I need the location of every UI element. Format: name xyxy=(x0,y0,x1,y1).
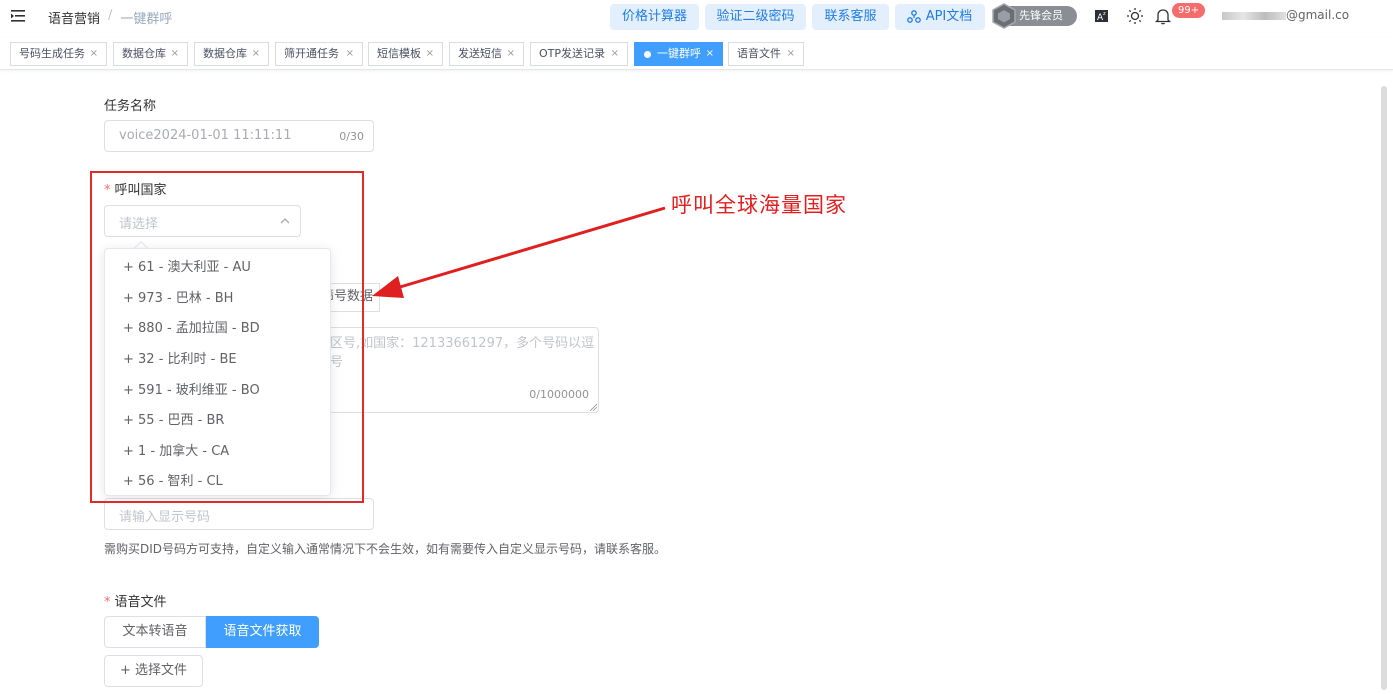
resize-handle-icon[interactable] xyxy=(590,404,597,411)
email-redacted xyxy=(1222,11,1286,20)
bell-icon[interactable] xyxy=(1153,6,1173,26)
task-name-input[interactable]: voice2024-01-01 11:11:11 0/30 xyxy=(104,120,374,152)
tab-close-icon[interactable]: × xyxy=(90,43,98,65)
tab-close-icon[interactable]: × xyxy=(706,43,714,65)
highlight-box xyxy=(90,171,364,503)
user-email[interactable]: @gmail.co xyxy=(1222,8,1349,22)
tab-otp-records[interactable]: OTP发送记录 × xyxy=(530,42,628,66)
email-suffix: @gmail.co xyxy=(1286,8,1350,22)
translate-icon[interactable]: A z xyxy=(1092,6,1112,26)
breadcrumb-current: 一键群呼 xyxy=(120,12,173,27)
tab-label: OTP发送记录 xyxy=(539,47,606,60)
select-file-button[interactable]: + 选择文件 xyxy=(104,655,203,687)
api-icon xyxy=(907,10,921,23)
voice-file-label-text: 语音文件 xyxy=(114,595,167,610)
tab-close-icon[interactable]: × xyxy=(426,43,434,65)
tab-label: 数据仓库 xyxy=(122,47,166,60)
top-header: 语音营销 / 一键群呼 价格计算器 验证二级密码 联系客服 API文档 先锋会员… xyxy=(0,0,1393,34)
annotation-text: 呼叫全球海量国家 xyxy=(671,193,847,217)
page-scrollbar[interactable] xyxy=(1381,86,1387,690)
display-number-placeholder: 请输入显示号码 xyxy=(119,510,211,525)
required-mark: * xyxy=(104,595,111,610)
tab-sms-template[interactable]: 短信模板 × xyxy=(368,42,443,66)
tab-filter-task[interactable]: 筛开通任务 × xyxy=(275,42,363,66)
tab-data-warehouse-2[interactable]: 数据仓库 × xyxy=(194,42,269,66)
tab-data-warehouse[interactable]: 数据仓库 × xyxy=(113,42,188,66)
task-name-counter: 0/30 xyxy=(339,130,364,143)
breadcrumb: 语音营销 / 一键群呼 xyxy=(48,8,172,27)
tab-label: 数据仓库 xyxy=(203,47,247,60)
task-name-label: 任务名称 xyxy=(104,99,157,114)
breadcrumb-separator: / xyxy=(108,8,113,23)
verify-password-button[interactable]: 验证二级密码 xyxy=(705,4,806,30)
tab-close-icon[interactable]: × xyxy=(346,43,354,65)
price-calculator-button[interactable]: 价格计算器 xyxy=(610,4,699,30)
tab-label: 号码生成任务 xyxy=(19,47,85,60)
vip-hexagon-icon xyxy=(992,3,1016,29)
api-docs-label: API文档 xyxy=(925,9,973,24)
svg-text:z: z xyxy=(1103,11,1106,17)
tab-close-icon[interactable]: × xyxy=(787,43,795,65)
api-docs-button[interactable]: API文档 xyxy=(895,4,985,30)
tab-close-icon[interactable]: × xyxy=(611,43,619,65)
tab-label: 发送短信 xyxy=(458,47,502,60)
tags-view-bar: 号码生成任务 × 数据仓库 × 数据仓库 × 筛开通任务 × 短信模板 × 发送短信 × O… xyxy=(0,38,1393,70)
tab-number-generation[interactable]: 号码生成任务 × xyxy=(10,42,107,66)
theme-sun-icon[interactable] xyxy=(1125,6,1145,26)
text-to-speech-button[interactable]: 文本转语音 xyxy=(104,616,206,648)
task-name-value: voice2024-01-01 11:11:11 xyxy=(119,128,292,143)
breadcrumb-item[interactable]: 语音营销 xyxy=(48,8,100,27)
fetch-voice-file-button[interactable]: 语音文件获取 xyxy=(206,616,319,648)
annotation-arrow xyxy=(372,206,666,298)
menu-toggle-icon[interactable] xyxy=(11,9,27,23)
tab-label: 短信模板 xyxy=(377,47,421,60)
tab-close-icon[interactable]: × xyxy=(252,43,260,65)
voice-file-label: * 语音文件 xyxy=(104,591,167,610)
tab-send-sms[interactable]: 发送短信 × xyxy=(449,42,524,66)
tab-label: 一键群呼 xyxy=(657,47,701,60)
tab-close-icon[interactable]: × xyxy=(507,43,515,65)
notification-badge: 99+ xyxy=(1172,3,1206,18)
tab-close-icon[interactable]: × xyxy=(171,43,179,65)
numbers-placeholder: 区号,如国家：12133661297，多个号码以逗号 xyxy=(330,336,595,370)
tab-label: 语音文件 xyxy=(737,47,781,60)
numbers-counter: 0/1000000 xyxy=(529,388,589,401)
contact-support-button[interactable]: 联系客服 xyxy=(812,4,889,30)
display-number-hint: 需购买DID号码方可支持，自定义输入通常情况下不会生效，如有需要传入自定义显示号… xyxy=(104,542,667,556)
tab-voice-files[interactable]: 语音文件 × xyxy=(728,42,804,66)
tab-one-click-call[interactable]: 一键群呼 × xyxy=(634,42,723,66)
tab-label: 筛开通任务 xyxy=(284,47,339,60)
